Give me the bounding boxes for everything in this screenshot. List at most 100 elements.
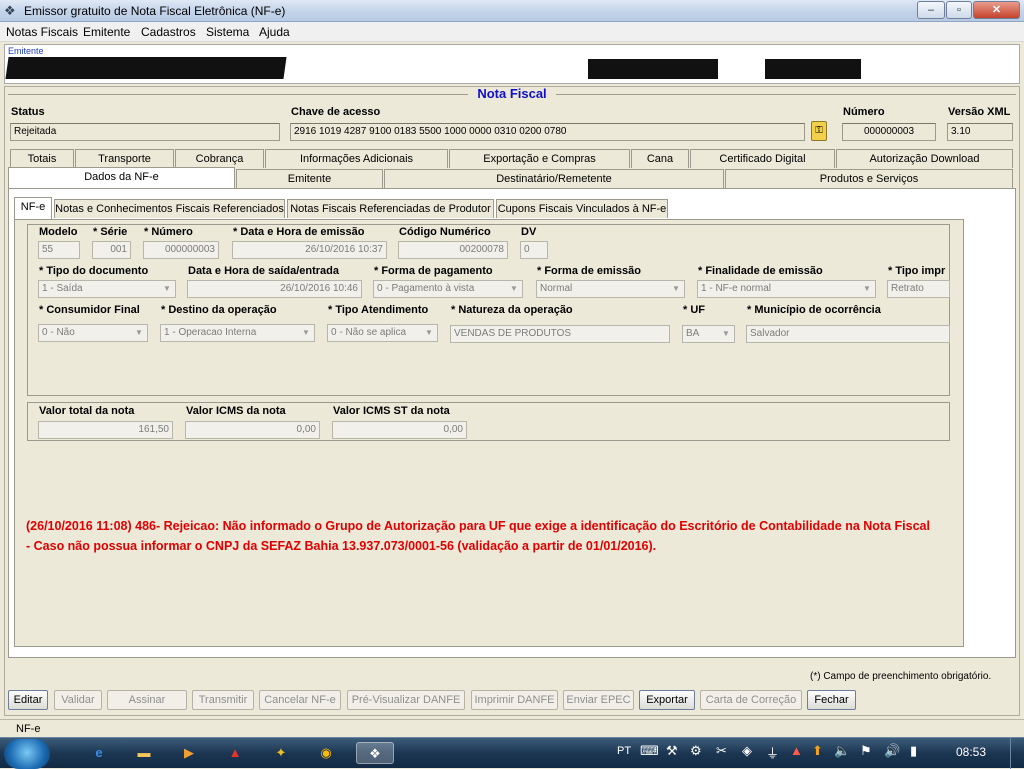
tab-autorizacao-download[interactable]: Autorização Download bbox=[836, 149, 1013, 168]
tab-certificado-digital[interactable]: Certificado Digital bbox=[690, 149, 835, 168]
subtab-notas-conhecimentos[interactable]: Notas e Conhecimentos Fiscais Referencia… bbox=[54, 199, 285, 218]
atendimento-select[interactable]: 0 - Não se aplica ▼ bbox=[327, 324, 438, 342]
codigo-field[interactable]: 00200078 bbox=[398, 241, 508, 259]
media-player-icon[interactable]: ▶ bbox=[176, 742, 202, 764]
redaction-block bbox=[588, 59, 718, 79]
serie-label: * Série bbox=[93, 226, 128, 238]
show-desktop-button[interactable] bbox=[1010, 738, 1024, 769]
modelo-field[interactable]: 55 bbox=[38, 241, 80, 259]
modelo-label: Modelo bbox=[39, 226, 78, 238]
icms-label: Valor ICMS da nota bbox=[186, 405, 286, 417]
key-icon[interactable]: ⚿ bbox=[811, 121, 827, 141]
carta-correcao-button[interactable]: Carta de Correção bbox=[700, 690, 802, 710]
municipio-label: * Município de ocorrência bbox=[747, 304, 881, 316]
exportar-button[interactable]: Exportar bbox=[639, 690, 695, 710]
menu-notas-fiscais[interactable]: Notas Fiscais bbox=[6, 25, 78, 39]
tray-app-icon[interactable]: ◈ bbox=[742, 743, 752, 759]
volume-icon[interactable]: 🔊 bbox=[884, 743, 900, 759]
subtab-nfe[interactable]: NF-e bbox=[14, 197, 52, 219]
menu-ajuda[interactable]: Ajuda bbox=[259, 25, 290, 39]
cancelar-nfe-button[interactable]: Cancelar NF-e bbox=[259, 690, 341, 710]
subtab-notas-produtor[interactable]: Notas Fiscais Referenciadas de Produtor bbox=[287, 199, 494, 218]
tray-app-icon[interactable]: ✂ bbox=[716, 743, 727, 759]
editar-button[interactable]: Editar bbox=[8, 690, 48, 710]
app-icon: ❖ bbox=[4, 3, 16, 18]
tab-informacoes-adicionais[interactable]: Informações Adicionais bbox=[265, 149, 448, 168]
uf-select[interactable]: BA ▼ bbox=[682, 325, 735, 343]
subtab-cupons-fiscais[interactable]: Cupons Fiscais Vinculados à NF-e bbox=[496, 199, 668, 218]
minimize-button[interactable]: – bbox=[917, 1, 945, 19]
chevron-down-icon: ▼ bbox=[163, 284, 171, 293]
consumidor-label: * Consumidor Final bbox=[39, 304, 140, 316]
pdf-tray-icon[interactable]: ▲ bbox=[790, 743, 803, 758]
data-emissao-field[interactable]: 26/10/2016 10:37 bbox=[232, 241, 387, 259]
tipo-doc-label: * Tipo do documento bbox=[39, 265, 149, 277]
pdf-reader-icon[interactable]: ▲ bbox=[222, 742, 248, 764]
finalidade-select[interactable]: 1 - NF-e normal ▼ bbox=[697, 280, 876, 298]
natureza-field[interactable]: VENDAS DE PRODUTOS bbox=[450, 325, 670, 343]
numero-form-field[interactable]: 000000003 bbox=[143, 241, 219, 259]
forma-emissao-select[interactable]: Normal ▼ bbox=[536, 280, 685, 298]
tray-app-icon[interactable]: ⚙ bbox=[690, 743, 702, 759]
numero-label: Número bbox=[843, 106, 885, 118]
tab-transporte[interactable]: Transporte bbox=[75, 149, 174, 168]
chave-field: 2916 1019 4287 9100 0183 5500 1000 0000 … bbox=[290, 123, 805, 141]
finalidade-value: 1 - NF-e normal bbox=[701, 283, 772, 294]
fechar-button[interactable]: Fechar bbox=[807, 690, 856, 710]
data-saida-field[interactable]: 26/10/2016 10:46 bbox=[187, 280, 362, 298]
network-icon[interactable]: ▮ bbox=[910, 743, 917, 759]
menu-cadastros[interactable]: Cadastros bbox=[141, 25, 196, 39]
volume-muted-icon[interactable]: 🔈 bbox=[834, 743, 850, 759]
destino-select[interactable]: 1 - Operacao Interna ▼ bbox=[160, 324, 315, 342]
data-saida-label: Data e Hora de saída/entrada bbox=[188, 265, 340, 277]
tipo-impr-select[interactable]: Retrato bbox=[887, 280, 950, 298]
tipo-doc-select[interactable]: 1 - Saída ▼ bbox=[38, 280, 176, 298]
vtotal-field: 161,50 bbox=[38, 421, 173, 439]
chevron-down-icon: ▼ bbox=[302, 328, 310, 337]
menu-sistema[interactable]: Sistema bbox=[206, 25, 249, 39]
municipio-field[interactable]: Salvador bbox=[746, 325, 950, 343]
keyboard-icon[interactable]: ⌨ bbox=[640, 743, 659, 759]
internet-explorer-icon[interactable]: e bbox=[86, 742, 112, 764]
tab-dados-nfe[interactable]: Dados da NF-e bbox=[8, 167, 235, 189]
tab-cana[interactable]: Cana bbox=[631, 149, 689, 168]
forma-pag-value: 0 - Pagamento à vista bbox=[377, 283, 475, 294]
consumidor-select[interactable]: 0 - Não ▼ bbox=[38, 324, 148, 342]
destino-value: 1 - Operacao Interna bbox=[164, 327, 257, 338]
forma-pag-select[interactable]: 0 - Pagamento à vista ▼ bbox=[373, 280, 523, 298]
transmitir-button[interactable]: Transmitir bbox=[192, 690, 254, 710]
chrome-icon[interactable]: ◉ bbox=[313, 742, 339, 764]
tab-exportacao-compras[interactable]: Exportação e Compras bbox=[449, 149, 630, 168]
start-button[interactable] bbox=[4, 739, 50, 769]
app-shortcut-icon[interactable]: ✦ bbox=[268, 742, 294, 764]
maximize-button[interactable]: ▫ bbox=[946, 1, 972, 19]
status-field: Rejeitada bbox=[10, 123, 280, 141]
chave-label: Chave de acesso bbox=[291, 106, 381, 118]
close-button[interactable]: ✕ bbox=[973, 1, 1020, 19]
action-center-icon[interactable]: ⚑ bbox=[860, 743, 872, 759]
pre-visualizar-danfe-button[interactable]: Pré-Visualizar DANFE bbox=[347, 690, 465, 710]
redaction-block bbox=[5, 57, 287, 79]
update-icon[interactable]: ⬆ bbox=[812, 743, 823, 759]
tab-produtos-servicos[interactable]: Produtos e Serviços bbox=[725, 169, 1013, 188]
tab-cobranca[interactable]: Cobrança bbox=[175, 149, 264, 168]
folder-icon[interactable]: ▬ bbox=[131, 742, 157, 764]
tipo-impr-label: * Tipo impr bbox=[888, 265, 946, 277]
tab-emitente[interactable]: Emitente bbox=[236, 169, 383, 188]
serie-field[interactable]: 001 bbox=[92, 241, 131, 259]
tab-destinatario[interactable]: Destinatário/Remetente bbox=[384, 169, 724, 188]
validar-button[interactable]: Validar bbox=[54, 690, 102, 710]
tab-totais[interactable]: Totais bbox=[10, 149, 74, 168]
dv-field[interactable]: 0 bbox=[520, 241, 548, 259]
clock[interactable]: 08:53 bbox=[956, 745, 986, 759]
language-indicator[interactable]: PT bbox=[617, 745, 631, 757]
emitente-label: Emitente bbox=[8, 46, 44, 56]
usb-icon[interactable]: ⏚ bbox=[766, 743, 779, 762]
menu-emitente[interactable]: Emitente bbox=[83, 25, 130, 39]
imprimir-danfe-button[interactable]: Imprimir DANFE bbox=[471, 690, 558, 710]
tray-app-icon[interactable]: ⚒ bbox=[666, 743, 678, 759]
atendimento-value: 0 - Não se aplica bbox=[331, 327, 407, 338]
enviar-epec-button[interactable]: Enviar EPEC bbox=[563, 690, 634, 710]
nfe-app-taskbar-icon[interactable]: ❖ bbox=[356, 742, 394, 764]
assinar-button[interactable]: Assinar bbox=[107, 690, 187, 710]
